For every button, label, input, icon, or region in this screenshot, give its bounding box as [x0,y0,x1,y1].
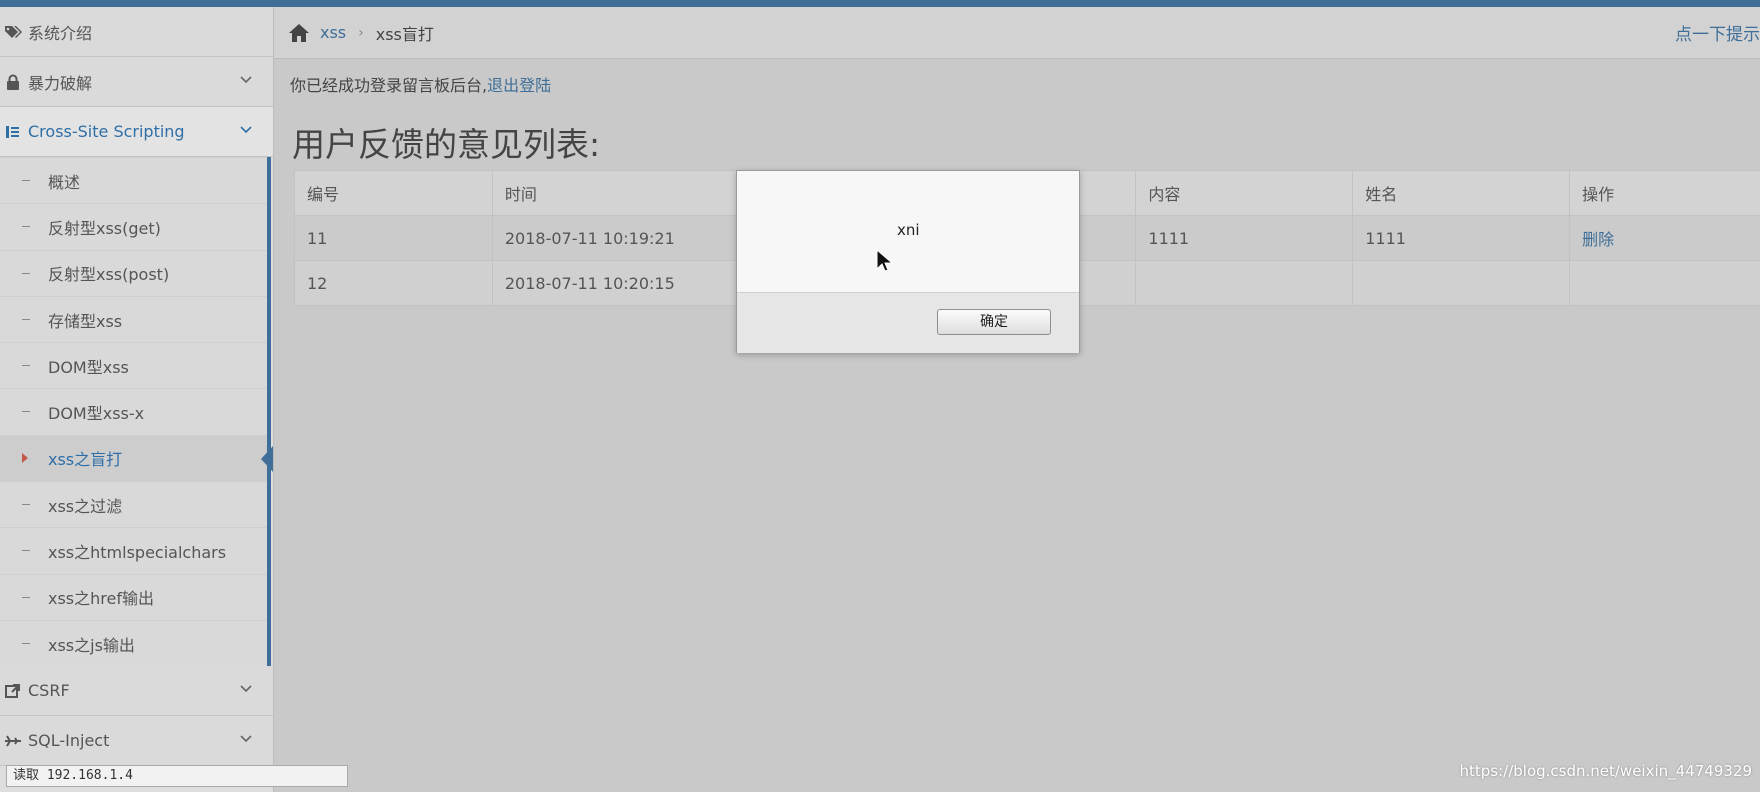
submenu-item-label: DOM型xss-x [48,404,145,424]
sidebar-item-label: 暴力破解 [28,73,93,93]
table-cell [1352,260,1571,306]
submenu-item-label: DOM型xss [48,357,129,377]
sidebar-item-label: SQL-Inject [28,731,110,751]
submenu-item-label: 反射型xss(post) [48,265,170,285]
chevron-down-icon [240,76,252,84]
table-cell: 1111 [1135,215,1354,261]
submenu-item-overview[interactable]: 概述 [0,157,267,203]
sidebar-item-system-intro[interactable]: 系统介绍 [0,7,273,57]
submenu-item-label: 反射型xss(get) [48,218,161,238]
external-link-icon [2,683,24,699]
submenu-item-reflected-get[interactable]: 反射型xss(get) [0,203,267,249]
sitemap-icon [2,124,24,140]
table-cell [1135,260,1354,306]
breadcrumb-current: xss盲打 [375,24,434,44]
watermark: https://blog.csdn.net/weixin_44749329 [1459,762,1752,780]
submenu-item-blind[interactable]: xss之盲打 [0,434,273,482]
top-accent-bar [0,0,1760,7]
lock-icon [2,74,24,90]
ok-button[interactable]: 确定 [937,309,1051,335]
column-header: 编号 [294,170,493,216]
submenu-item-dom[interactable]: DOM型xss [0,342,267,388]
hint-link[interactable]: 点一下提示 [1675,20,1760,45]
page-title: 用户反馈的意见列表: [292,125,601,164]
mouse-cursor-icon [876,249,892,272]
chevron-down-icon [240,735,252,743]
breadcrumb-link-xss[interactable]: xss [320,23,346,42]
home-icon[interactable] [288,23,310,43]
submenu-item-label: xss之htmlspecialchars [48,543,227,563]
table-cell: 1111 [1352,215,1571,261]
alert-message: xni [897,221,920,239]
sidebar-item-label: Cross-Site Scripting [28,122,185,141]
login-message-text: 你已经成功登录留言板后台, [290,76,488,95]
alert-body: xni [737,171,1079,292]
active-bullet-icon [22,452,28,463]
table-cell: 11 [294,215,493,261]
active-indicator [261,445,273,472]
column-header: 操作 [1569,170,1760,216]
table-cell [1569,260,1760,306]
submenu-item-reflected-post[interactable]: 反射型xss(post) [0,249,267,296]
table-cell: 删除 [1569,215,1760,261]
tags-icon [2,25,24,39]
chevron-down-icon [240,126,252,134]
submenu-item-js[interactable]: xss之js输出 [0,619,267,666]
submenu-item-label: xss之js输出 [48,635,135,655]
sidebar-item-csrf[interactable]: CSRF [0,666,273,717]
status-bar: 读取 192.168.1.4 [6,765,348,787]
submenu-item-href[interactable]: xss之href输出 [0,573,267,620]
chevron-down-icon [240,685,252,693]
submenu-item-label: xss之href输出 [48,589,154,609]
submenu-item-htmlspecialchars[interactable]: xss之htmlspecialchars [0,527,267,573]
login-message: 你已经成功登录留言板后台,退出登陆 [290,72,551,96]
sidebar-item-brute-force[interactable]: 暴力破解 [0,57,273,107]
delete-link[interactable]: 删除 [1582,230,1614,249]
submenu-item-label: 存储型xss [48,311,123,331]
breadcrumb: xss › xss盲打 点一下提示 [274,7,1760,59]
sidebar-item-sql-inject[interactable]: SQL-Inject [0,716,273,767]
logout-link[interactable]: 退出登陆 [487,76,551,95]
xss-submenu: 概述 反射型xss(get) 反射型xss(post) 存储型xss DOM型x… [0,157,273,667]
submenu-item-dom-x[interactable]: DOM型xss-x [0,388,267,434]
column-header: 姓名 [1352,170,1571,216]
sidebar-item-xss[interactable]: Cross-Site Scripting [0,107,273,157]
sidebar-item-label: CSRF [28,681,70,701]
sidebar: 系统介绍 暴力破解 Cross-Site Scripting 概述 反射型xss… [0,7,274,792]
submenu-item-label: 概述 [48,172,81,192]
alert-dialog: xni 确定 [736,170,1080,353]
submenu-item-label: xss之盲打 [48,450,123,470]
column-header: 内容 [1135,170,1354,216]
submenu-item-stored[interactable]: 存储型xss [0,295,267,342]
alert-footer: 确定 [737,292,1079,353]
plane-icon [2,734,24,748]
submenu-item-label: xss之过滤 [48,496,123,516]
submenu-item-filter[interactable]: xss之过滤 [0,481,267,527]
breadcrumb-separator: › [358,24,364,41]
table-cell: 12 [294,260,493,306]
sidebar-item-label: 系统介绍 [28,23,93,43]
